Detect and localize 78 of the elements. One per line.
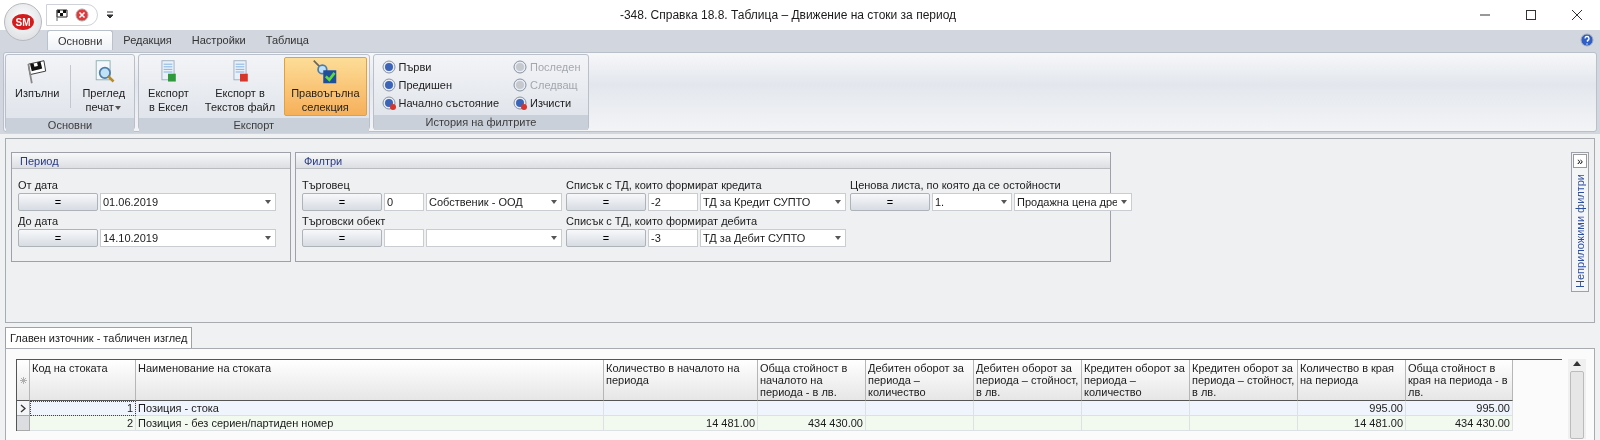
field-label: Търговец [302,178,351,193]
column-header[interactable]: Дебитен оборот за периода – стойност, в лв. [974,360,1082,401]
field-label: Ценова листа, по която да се остойности [850,178,1062,193]
column-header[interactable]: Количество в края на периода [1298,360,1406,401]
table-cell: 995.00 [1298,401,1406,416]
scroll-up-icon[interactable] [1572,359,1582,367]
close-button[interactable] [1571,9,1583,21]
table-cell: 2 [30,416,136,431]
operator-button[interactable]: = [566,193,646,211]
field-label: До дата [18,214,60,229]
vertical-scrollbar[interactable] [1568,359,1586,439]
combo-field[interactable]: 1. [932,193,1012,211]
column-header[interactable]: Дебитен оборот за периода – количество [866,360,974,401]
operator-button[interactable]: = [302,229,382,247]
table-cell: 14 481.00 [1298,416,1406,431]
ribbon-button[interactable]: Експорт в Ексел [141,57,196,116]
combo-field[interactable]: Собственик - ООД [426,193,562,211]
ribbon-button[interactable]: Правоъгълна селекция [284,57,367,116]
code-field[interactable]: 0 [384,193,424,211]
operator-button[interactable]: = [566,229,646,247]
history-button[interactable]: Предишен [379,77,502,93]
field-label: Списък с ТД, които формират дебита [566,214,759,229]
column-header[interactable]: Обща стойност в началото на периода - в лв. [758,360,866,401]
ribbon-tab[interactable]: Таблица [255,30,319,50]
combo-field[interactable]: ТД за Кредит СУПТО [700,193,846,211]
group-title: Основни [6,118,135,133]
help-icon[interactable] [1580,33,1594,47]
column-header[interactable]: Код на стоката [30,360,136,401]
side-panel-title[interactable]: Неприложими филтри [1574,174,1586,288]
row-selector[interactable] [17,401,30,416]
combo-field[interactable]: 01.06.2019 [100,193,276,211]
operator-button[interactable]: = [18,193,98,211]
table-cell: 1 [30,401,136,416]
ribbon-tab[interactable]: Основни [47,30,114,50]
combo-field[interactable] [426,229,562,247]
table-cell: Позиция - стока [136,401,604,416]
operator-button[interactable]: = [850,193,930,211]
group-title: Експорт [139,118,369,133]
ribbon-button[interactable]: Експорт в Текстов файл [197,57,283,116]
ribbon-tab[interactable]: Настройки [181,30,256,50]
history-button[interactable]: Първи [379,59,502,75]
history-button[interactable]: Изчисти [511,95,583,111]
field-label: Търговски обект [302,214,387,229]
panel-title: Филтри [296,153,1110,169]
ribbon-button[interactable]: Преглед печат [75,57,133,116]
history-button[interactable]: Начално състояние [379,95,502,111]
table-cell: 434 430.00 [1406,416,1513,431]
ribbon-tab[interactable]: Редакция [113,30,182,50]
maximize-button[interactable] [1525,9,1537,21]
combo-field[interactable]: Продажна цена дре [1014,193,1132,211]
column-header[interactable]: Кредитен оборот за периода – стойност, в лв. [1190,360,1298,401]
operator-button[interactable]: = [18,229,98,247]
application-button[interactable]: SM [4,3,42,41]
ribbon-button[interactable]: Изпълни [8,57,67,116]
checkered-flag-icon[interactable] [55,8,69,22]
view-tab[interactable]: Главен източник - табличен изглед [5,327,193,348]
collapse-button[interactable]: » [1573,154,1587,168]
table-cell: Позиция - без сериен/партиден номер [136,416,604,431]
table-cell: 434 430.00 [758,416,866,431]
panel-title: Период [12,153,290,169]
table-cell: 995.00 [1406,401,1513,416]
code-field[interactable] [384,229,424,247]
operator-button[interactable]: = [302,193,382,211]
window-title: -348. Справка 18.8. Таблица – Движение на стоки за период [618,8,958,22]
field-label: Списък с ТД, които формират кредита [566,178,763,193]
group-title: История на филтрите [373,115,589,130]
combo-field[interactable]: 14.10.2019 [100,229,276,247]
column-header[interactable]: Кредитен оборот за периода – количество [1082,360,1190,401]
code-field[interactable]: -2 [648,193,698,211]
combo-field[interactable]: ТД за Дебит СУПТО [700,229,846,247]
code-field[interactable]: -3 [648,229,698,247]
customize-arrow-icon[interactable] [106,10,114,20]
table-cell: 14 481.00 [604,416,758,431]
column-header[interactable]: Обща стойност в края на периода - в лв. [1406,360,1513,401]
field-label: От дата [18,178,59,193]
column-header[interactable]: Количество в началото на периода [604,360,758,401]
close-circle-icon[interactable] [75,8,89,22]
column-header[interactable]: Наименование на стоката [136,360,604,401]
